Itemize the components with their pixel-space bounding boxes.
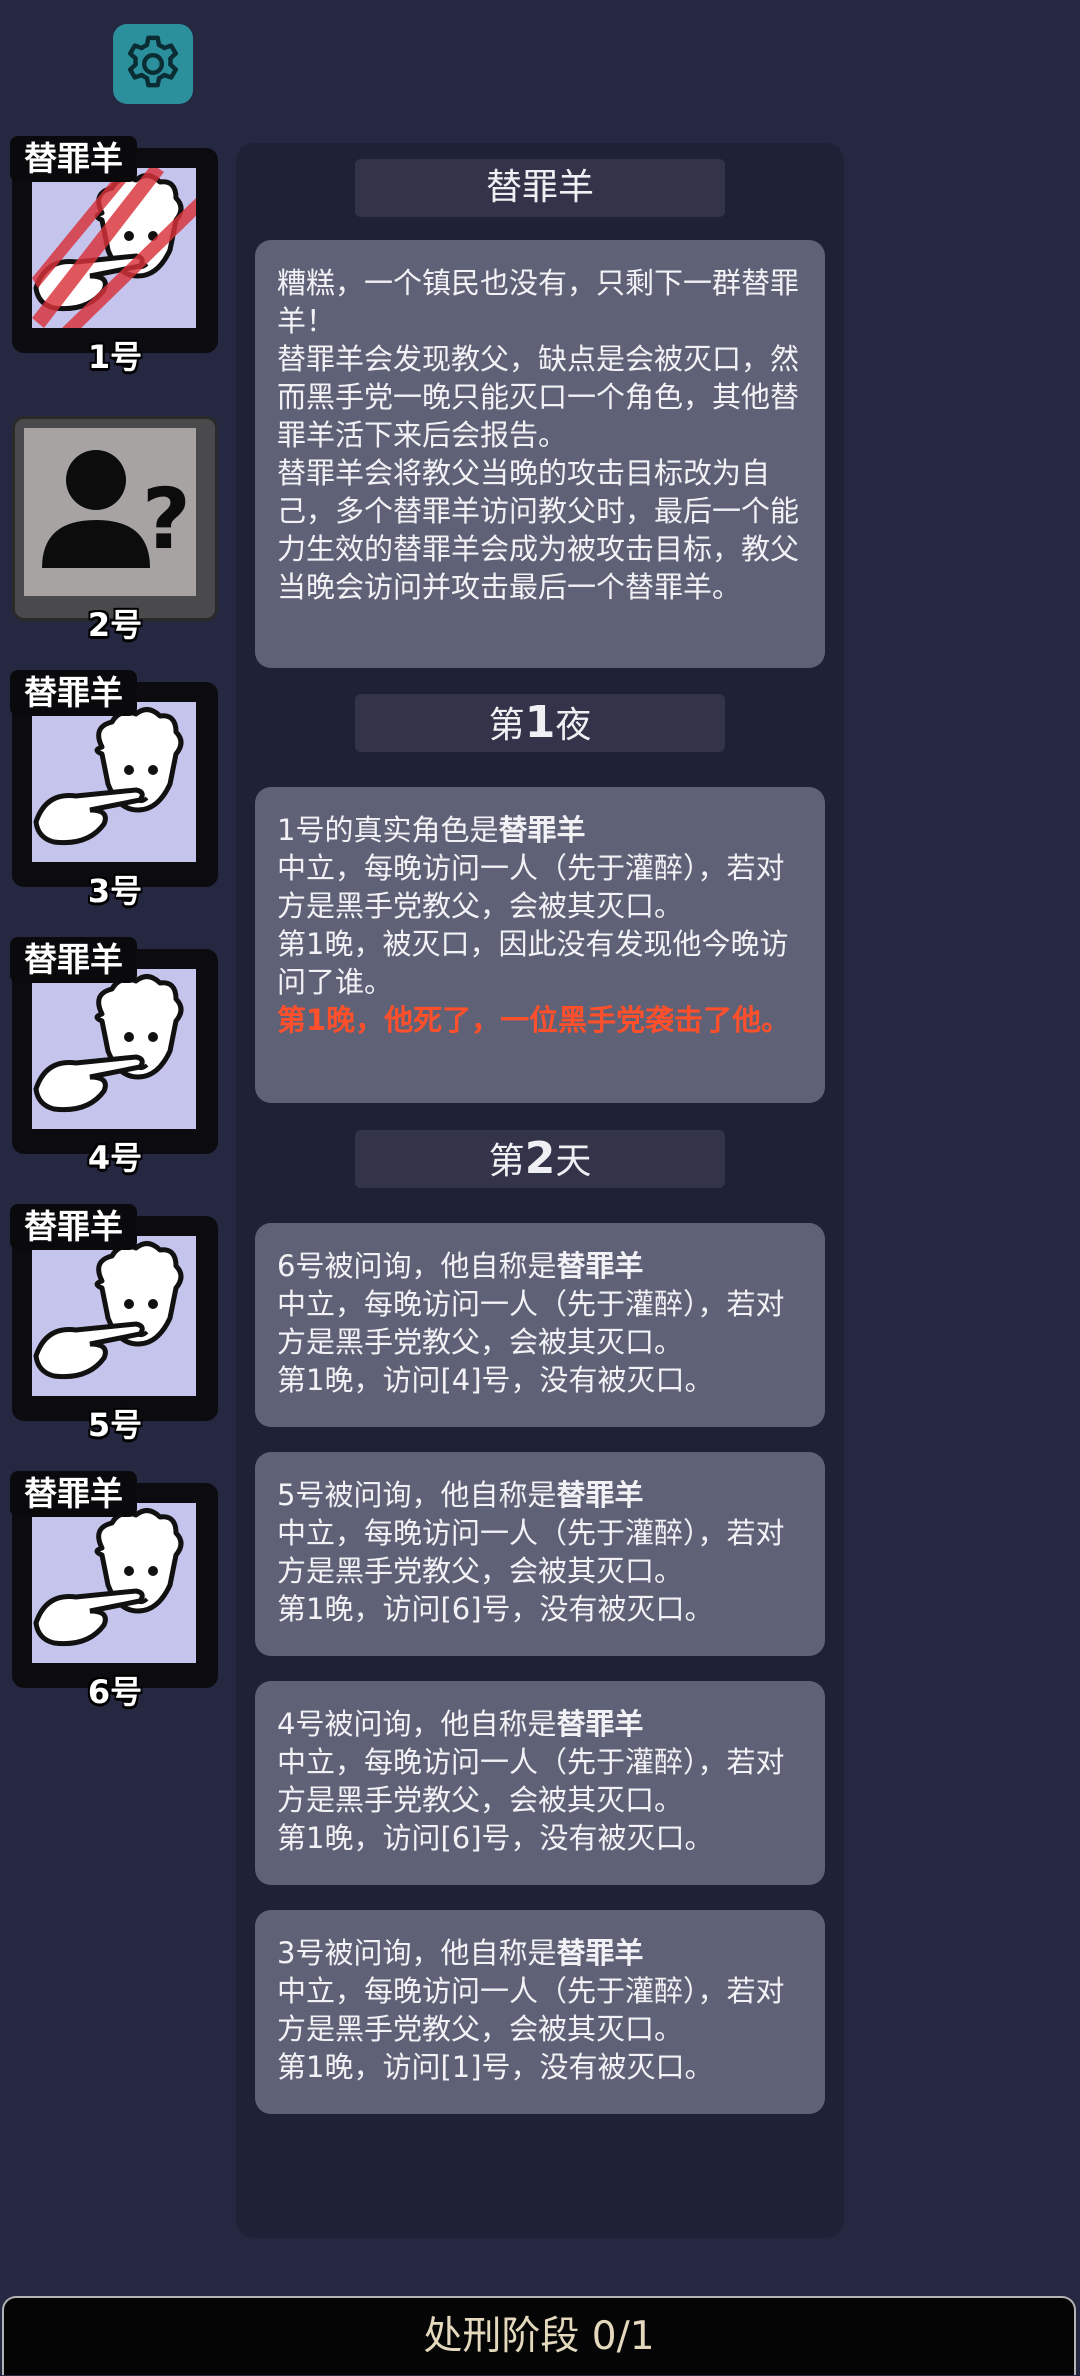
execution-phase-bar[interactable]: 处刑阶段 0/1 [2, 2296, 1076, 2375]
player-card-4[interactable]: 替罪羊 4号 [10, 937, 220, 1177]
interrogation-message: 6号被问询，他自称是替罪羊 中立，每晚访问一人（先于灌醉），若对方是黑手党教父，… [255, 1223, 825, 1427]
role-tag: 替罪羊 [10, 670, 137, 716]
role-description: 中立，每晚访问一人（先于灌醉），若对方是黑手党教父，会被其灭口。 [277, 851, 785, 923]
player-number: 1号 [87, 338, 143, 376]
card-portrait [32, 969, 196, 1129]
sheep-icon [33, 974, 184, 1113]
interrogation-message: 3号被问询，他自称是替罪羊 中立，每晚访问一人（先于灌醉），若对方是黑手党教父，… [255, 1910, 825, 2114]
night-result: 第1晚，被灭口，因此没有发现他今晚访问了谁。 [277, 927, 789, 999]
section-title-day-2: 第2天 [355, 1130, 725, 1188]
sheep-icon [33, 1241, 184, 1380]
role-tag: 替罪羊 [10, 937, 137, 983]
card-portrait [32, 168, 196, 328]
interrogation-message: 4号被问询，他自称是替罪羊 中立，每晚访问一人（先于灌醉），若对方是黑手党教父，… [255, 1681, 825, 1885]
player-card-1[interactable]: 替罪羊 1号 [10, 136, 220, 376]
settings-button[interactable] [113, 24, 193, 104]
execution-phase-label: 处刑阶段 0/1 [423, 2314, 655, 2359]
game-log-panel[interactable]: 替罪羊 糟糕，一个镇民也没有，只剩下一群替罪羊！ 替罪羊会发现教父，缺点是会被灭… [236, 143, 844, 2238]
role-tag: 替罪羊 [10, 1204, 137, 1250]
section-title-night-1: 第1夜 [355, 694, 725, 752]
death-alert: 第1晚，他死了，一位黑手党袭击了他。 [277, 1003, 791, 1037]
role-name: 替罪羊 [556, 1707, 644, 1741]
player-number: 3号 [87, 872, 143, 910]
player-card-5[interactable]: 替罪羊 5号 [10, 1204, 220, 1444]
card-portrait [32, 1236, 196, 1396]
night-1-message: 1号的真实角色是替罪羊 中立，每晚访问一人（先于灌醉），若对方是黑手党教父，会被… [255, 787, 825, 1103]
unknown-person-icon: ? [42, 450, 191, 568]
role-tag: 替罪羊 [10, 136, 137, 182]
player-number: 4号 [87, 1139, 143, 1177]
role-name: 替罪羊 [556, 1249, 644, 1283]
sheep-icon [33, 707, 184, 846]
sheep-icon [33, 1508, 184, 1647]
intro-message: 糟糕，一个镇民也没有，只剩下一群替罪羊！ 替罪羊会发现教父，缺点是会被灭口，然而… [255, 240, 825, 668]
card-portrait: ? [24, 428, 196, 596]
player-number: 5号 [87, 1406, 143, 1444]
role-name: 替罪羊 [556, 1478, 644, 1512]
intro-text: 糟糕，一个镇民也没有，只剩下一群替罪羊！ 替罪羊会发现教父，缺点是会被灭口，然而… [277, 266, 800, 604]
section-title-text: 替罪羊 [485, 167, 594, 208]
card-portrait [32, 1503, 196, 1663]
svg-text:?: ? [142, 470, 191, 568]
role-name: 替罪羊 [498, 813, 586, 847]
claw-marks-icon [32, 168, 196, 328]
card-portrait [32, 702, 196, 862]
role-name: 替罪羊 [556, 1936, 644, 1970]
player-number: 6号 [87, 1673, 143, 1711]
role-tag: 替罪羊 [10, 1471, 137, 1517]
section-title-intro: 替罪羊 [355, 159, 725, 217]
player-number: 2号 [87, 606, 143, 644]
player-card-6[interactable]: 替罪羊 6号 [10, 1471, 220, 1711]
player-card-2[interactable]: ? 2号 [10, 416, 220, 644]
player-card-3[interactable]: 替罪羊 3号 [10, 670, 220, 910]
interrogation-message: 5号被问询，他自称是替罪羊 中立，每晚访问一人（先于灌醉），若对方是黑手党教父，… [255, 1452, 825, 1656]
gear-icon [127, 35, 179, 88]
